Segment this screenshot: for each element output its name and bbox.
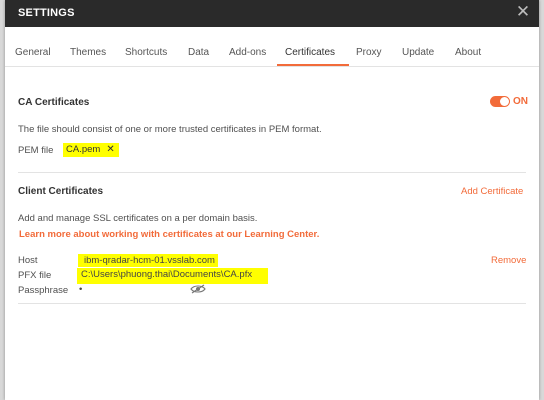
tab-add-ons[interactable]: Add-ons bbox=[229, 47, 266, 58]
tab-general[interactable]: General bbox=[15, 47, 51, 58]
host-label: Host bbox=[18, 255, 38, 266]
pfx-file-value: C:\Users\phuong.thai\Documents\CA.pfx bbox=[77, 268, 269, 284]
pem-file-value: CA.pem bbox=[66, 144, 101, 155]
dialog-title: SETTINGS bbox=[18, 7, 75, 19]
client-description: Add and manage SSL certificates on a per… bbox=[18, 213, 258, 224]
host-value: ibm-qradar-hcm-01.vsslab.com bbox=[78, 254, 218, 267]
tab-update[interactable]: Update bbox=[402, 47, 434, 58]
pfx-file-label: PFX file bbox=[18, 270, 52, 281]
close-icon[interactable]: ✕ bbox=[515, 3, 531, 21]
titlebar: SETTINGS ✕ bbox=[5, 0, 539, 27]
ca-certificates-toggle[interactable] bbox=[490, 96, 510, 107]
ca-description: The file should consist of one or more t… bbox=[18, 124, 322, 135]
active-tab-indicator bbox=[277, 64, 349, 66]
learning-center-link[interactable]: Learn more about working with certificat… bbox=[19, 229, 319, 240]
remove-certificate-button[interactable]: Remove bbox=[491, 255, 526, 266]
bottom-divider bbox=[18, 303, 526, 304]
remove-pem-icon[interactable]: ✕ bbox=[106, 144, 114, 155]
toggle-knob bbox=[500, 97, 509, 106]
client-certificates-title: Client Certificates bbox=[18, 186, 104, 197]
section-divider bbox=[18, 172, 526, 173]
settings-dialog: SETTINGS ✕ General Themes Shortcuts Data… bbox=[5, 0, 539, 400]
passphrase-value: • bbox=[79, 284, 83, 295]
passphrase-label: Passphrase bbox=[18, 285, 69, 296]
tab-certificates[interactable]: Certificates bbox=[285, 47, 335, 58]
add-certificate-button[interactable]: Add Certificate bbox=[461, 186, 523, 197]
tab-proxy[interactable]: Proxy bbox=[356, 47, 382, 58]
tab-themes[interactable]: Themes bbox=[70, 47, 106, 58]
toggle-on-label: ON bbox=[513, 96, 528, 107]
tab-bar: General Themes Shortcuts Data Add-ons Ce… bbox=[5, 27, 539, 67]
pem-file-chip[interactable]: CA.pem ✕ bbox=[63, 143, 119, 157]
tab-shortcuts[interactable]: Shortcuts bbox=[125, 47, 167, 58]
ca-certificates-title: CA Certificates bbox=[18, 97, 90, 108]
hide-password-eye-icon[interactable] bbox=[190, 284, 206, 294]
pem-file-label: PEM file bbox=[18, 145, 54, 156]
tab-data[interactable]: Data bbox=[188, 47, 209, 58]
tab-about[interactable]: About bbox=[455, 47, 481, 58]
